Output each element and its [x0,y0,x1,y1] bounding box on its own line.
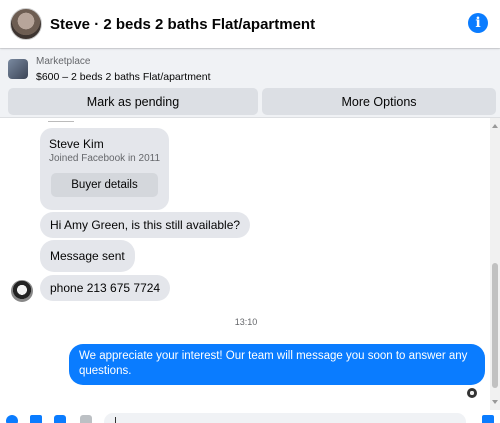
incoming-message[interactable]: Message sent [40,240,135,272]
outgoing-message[interactable]: We appreciate your interest! Our team wi… [69,344,485,385]
scrollbar[interactable] [490,118,500,410]
message-thread[interactable]: Steve Kim Joined Facebook in 2011 Buyer … [0,118,490,410]
sender-avatar[interactable] [11,280,33,302]
buyer-details-button[interactable]: Buyer details [51,173,158,197]
scroll-down-arrow-icon[interactable] [492,400,498,404]
gif-icon[interactable] [80,415,92,423]
sticker-icon[interactable] [54,415,66,423]
chat-title[interactable]: Steve · 2 beds 2 baths Flat/apartment [50,16,315,33]
like-icon[interactable] [482,415,494,423]
info-icon[interactable]: i [468,13,488,33]
more-options-button[interactable]: More Options [262,88,496,115]
seen-indicator-avatar [467,388,477,398]
scroll-up-arrow-icon[interactable] [492,124,498,128]
message-composer [0,410,500,423]
scrollbar-thumb[interactable] [492,263,498,388]
mark-as-pending-button[interactable]: Mark as pending [8,88,258,115]
chat-header: Steve · 2 beds 2 baths Flat/apartment i [0,0,500,48]
incoming-message[interactable]: phone 213 675 7724 [40,275,171,301]
plus-icon[interactable] [6,415,18,423]
text-caret [115,417,116,423]
photo-icon[interactable] [30,415,42,423]
buyer-profile-card: Steve Kim Joined Facebook in 2011 Buyer … [40,128,169,210]
buyer-joined: Joined Facebook in 2011 [49,153,161,164]
message-input[interactable] [104,413,466,423]
marketplace-label: Marketplace [36,56,91,67]
contact-avatar[interactable] [10,8,42,40]
listing-title[interactable]: $600 – 2 beds 2 baths Flat/apartment [36,71,211,83]
message-timestamp: 13:10 [234,317,258,327]
listing-thumbnail[interactable] [8,59,28,79]
previous-message-stub [48,118,74,122]
buyer-name: Steve Kim [49,137,104,151]
incoming-message[interactable]: Hi Amy Green, is this still available? [40,212,251,238]
